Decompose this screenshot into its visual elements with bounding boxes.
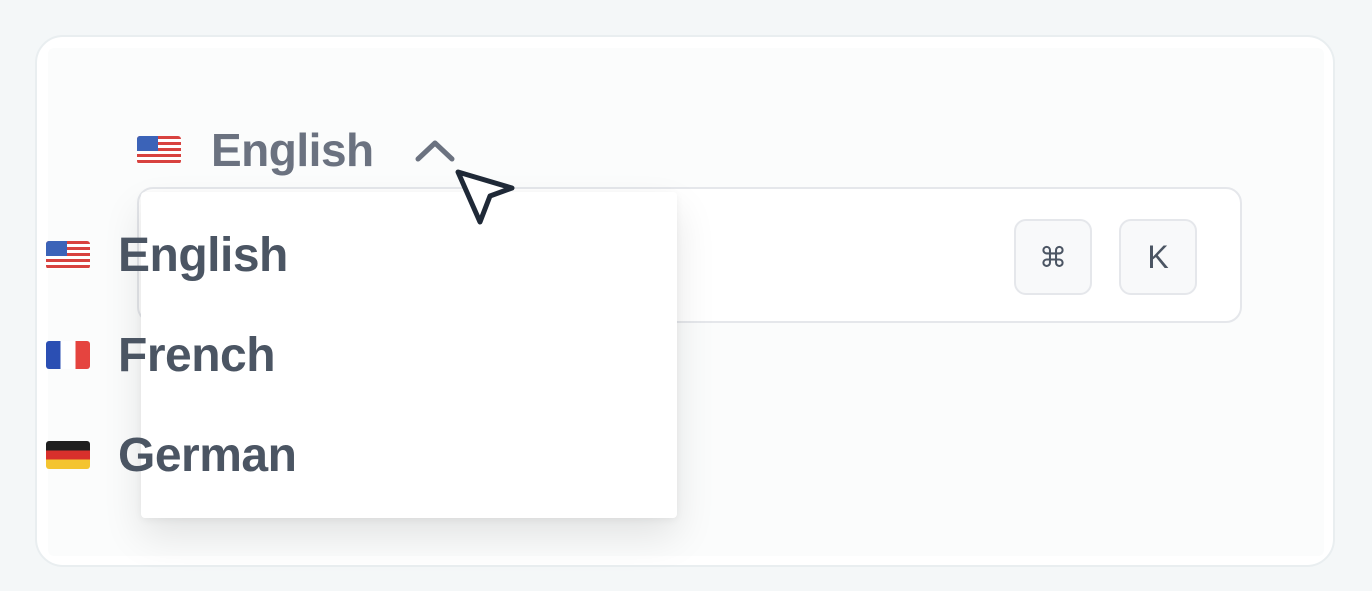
menu-item-german[interactable]: German <box>46 420 506 490</box>
selected-language-label: English <box>211 124 374 176</box>
us-flag-icon <box>46 241 90 269</box>
menu-item-label: French <box>118 328 276 382</box>
france-flag-icon <box>46 341 90 369</box>
germany-flag-icon <box>46 441 90 469</box>
language-selector-button[interactable]: English <box>137 122 456 178</box>
menu-item-label: German <box>118 428 297 482</box>
menu-item-french[interactable]: French <box>46 320 506 390</box>
menu-item-english[interactable]: English <box>46 220 506 290</box>
k-key-badge: K <box>1119 219 1197 295</box>
us-flag-icon <box>137 136 181 164</box>
command-key-badge: ⌘ <box>1014 219 1092 295</box>
pointer-cursor-icon <box>455 169 515 225</box>
menu-item-label: English <box>118 228 288 282</box>
